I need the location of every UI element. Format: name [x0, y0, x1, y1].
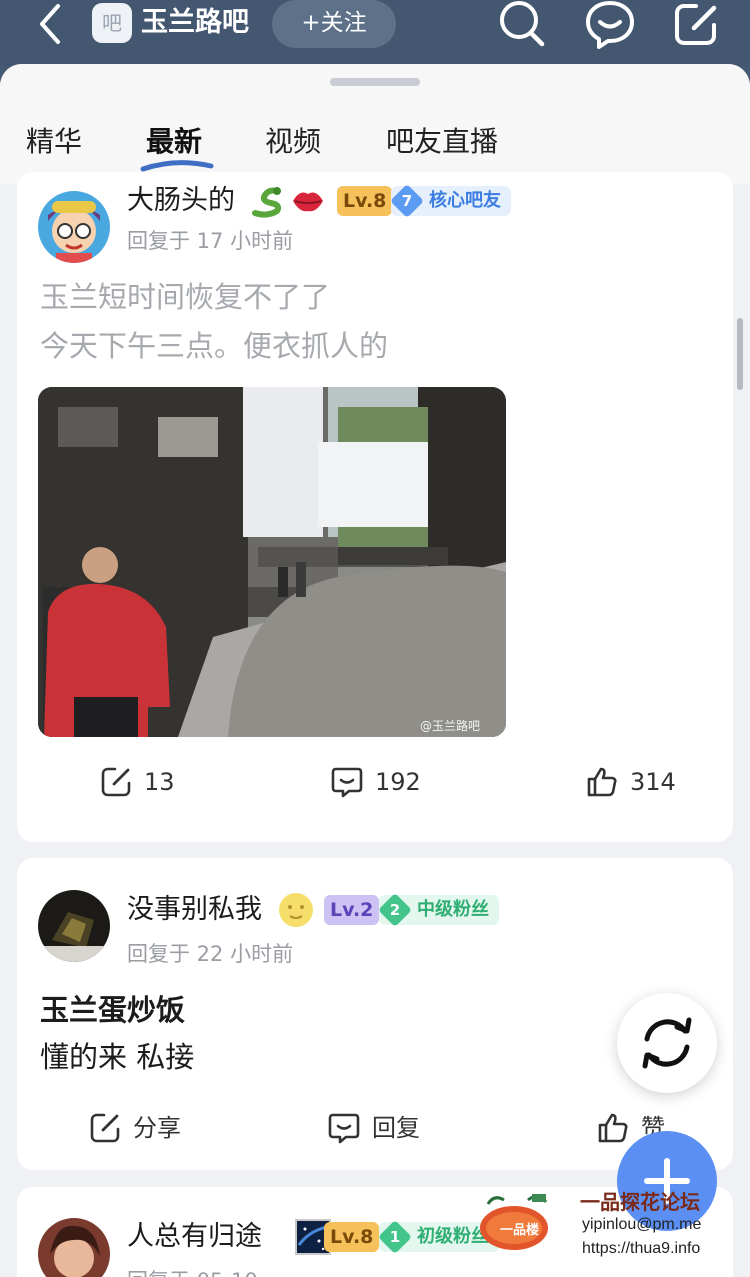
reply-label: 回复 [372, 1114, 420, 1142]
post-text-line: 懂的来 私接 [40, 1040, 195, 1074]
tab-latest[interactable]: 最新 [146, 120, 202, 164]
watermark-title: 一品探花论坛 [580, 1190, 700, 1214]
comment-icon [328, 1113, 360, 1144]
refresh-button[interactable] [617, 993, 717, 1093]
reply-time: 回复于 22 小时前 [127, 942, 294, 966]
tab-live[interactable]: 吧友直播 [386, 120, 498, 164]
reply-time: 回复于 05-10 [127, 1266, 258, 1277]
fan-badge-label: 核心吧友 [429, 190, 501, 211]
avatar[interactable] [38, 1218, 110, 1277]
share-label: 分享 [133, 1114, 181, 1142]
tab-header: 精华 最新 视频 吧友直播 [0, 64, 750, 184]
reply-button[interactable]: 192 [331, 762, 441, 802]
active-tab-indicator [140, 160, 214, 172]
watermark-url: https://thua9.info [582, 1240, 701, 1257]
snake-emoji [249, 183, 285, 219]
fan-badge-label: 中级粉丝 [417, 899, 489, 920]
moon-face-emoji [278, 892, 314, 928]
comment-icon [331, 767, 363, 798]
thumbs-up-icon [587, 767, 617, 797]
forum-avatar[interactable]: 吧 [92, 3, 132, 43]
follow-button[interactable]: +关注 [272, 0, 396, 48]
avatar[interactable] [38, 890, 110, 962]
post-text-line: 玉兰短时间恢复不了了 [40, 280, 331, 314]
post-text-line: 今天下午三点。便衣抓人的 [40, 329, 389, 363]
fan-badge: 7 核心吧友 [390, 184, 511, 218]
back-icon[interactable] [34, 2, 74, 46]
like-count: 314 [630, 768, 676, 796]
watermark-logo: 一品楼 [478, 1190, 552, 1252]
share-button[interactable]: 分享 [89, 1108, 209, 1148]
feed-sheet: 精华 最新 视频 吧友直播 大肠头的 Lv.8 7 核心吧友 回复于 17 小时… [0, 64, 750, 1277]
search-icon[interactable] [497, 0, 547, 50]
reply-count: 192 [375, 768, 421, 796]
tab-video[interactable]: 视频 [265, 120, 321, 164]
share-count: 13 [144, 768, 175, 796]
fan-level-number: 2 [378, 893, 412, 927]
image-watermark: @玉兰路吧 [420, 718, 480, 733]
post-text-line: 玉兰蛋炒饭 [40, 993, 186, 1027]
edit-icon[interactable] [672, 0, 722, 50]
lips-emoji [290, 183, 326, 219]
fan-level-number: 1 [378, 1220, 412, 1254]
message-icon[interactable] [585, 0, 635, 50]
share-icon [101, 767, 131, 797]
drag-handle[interactable] [330, 78, 420, 86]
fan-badge: 2 中级粉丝 [378, 893, 499, 927]
forum-name[interactable]: 玉兰路吧 [141, 3, 249, 43]
level-badge: Lv.8 [337, 186, 393, 216]
tab-featured[interactable]: 精华 [26, 120, 82, 164]
share-button[interactable]: 13 [100, 762, 200, 802]
username[interactable]: 大肠头的 [127, 181, 235, 221]
post-card[interactable]: 大肠头的 Lv.8 7 核心吧友 回复于 17 小时前 玉兰短时间恢复不了了 今… [17, 172, 733, 842]
share-icon [90, 1113, 120, 1143]
level-badge: Lv.8 [324, 1222, 380, 1252]
level-badge: Lv.2 [324, 895, 380, 925]
reply-button[interactable]: 回复 [328, 1108, 448, 1148]
username[interactable]: 没事别私我 [127, 890, 262, 930]
refresh-icon [642, 1017, 692, 1069]
svg-text:一品楼: 一品楼 [500, 1222, 539, 1238]
reply-time: 回复于 17 小时前 [127, 229, 294, 253]
top-bar: 吧 玉兰路吧 +关注 [0, 0, 750, 66]
post-image[interactable]: @玉兰路吧 [38, 387, 506, 737]
watermark-email: yipinlou@pm.me [582, 1216, 702, 1233]
like-button[interactable]: 314 [586, 762, 696, 802]
fan-level-number: 7 [390, 184, 424, 218]
username[interactable]: 人总有归途 [127, 1217, 262, 1257]
scrollbar[interactable] [737, 318, 743, 390]
avatar[interactable] [38, 191, 110, 263]
